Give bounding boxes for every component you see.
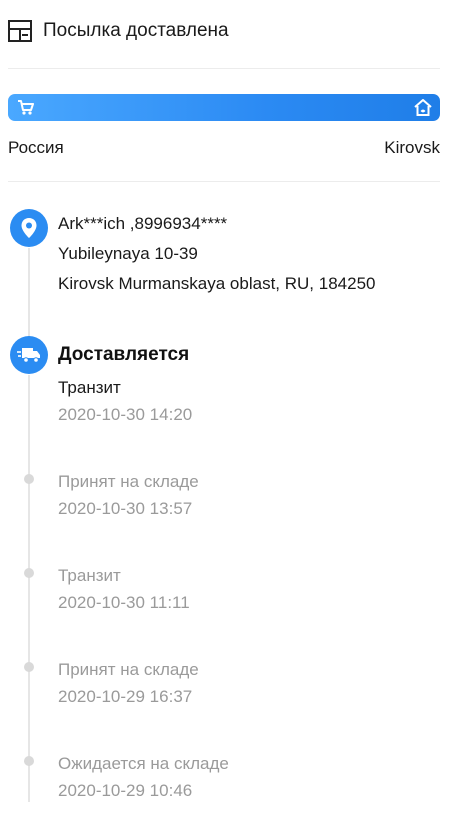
event-description: Принят на складе bbox=[58, 660, 199, 679]
event-description: Транзит bbox=[58, 378, 121, 397]
timeline-line bbox=[28, 375, 30, 802]
event-description: Принят на складе bbox=[58, 472, 199, 491]
event-time: 2020-10-30 13:57 bbox=[58, 499, 193, 518]
event-time: 2020-10-30 14:20 bbox=[58, 405, 193, 424]
address-street: Yubileynaya 10-39 bbox=[58, 244, 198, 263]
status-marker bbox=[10, 336, 48, 374]
origin-country: Россия bbox=[8, 138, 64, 157]
event-time: 2020-10-29 16:37 bbox=[58, 687, 193, 706]
event-description: Транзит bbox=[58, 566, 121, 585]
event-time: 2020-10-29 10:46 bbox=[58, 781, 193, 800]
route-progress-bar bbox=[8, 94, 440, 121]
header: Посылка доставлена bbox=[0, 0, 449, 68]
divider bbox=[8, 181, 440, 182]
divider bbox=[8, 68, 440, 69]
page-title: Посылка доставлена bbox=[43, 20, 229, 41]
location-pin-icon bbox=[21, 218, 37, 238]
tracking-page: Посылка доставлена Россия Kirovsk Ark***… bbox=[0, 0, 449, 827]
delivery-truck-icon bbox=[17, 348, 40, 363]
shopping-cart-icon bbox=[18, 100, 34, 115]
timeline-dot bbox=[24, 756, 34, 766]
destination-city: Kirovsk bbox=[384, 138, 440, 157]
event-time: 2020-10-30 11:11 bbox=[58, 593, 190, 612]
current-status-title: Доставляется bbox=[58, 344, 190, 365]
package-icon bbox=[8, 20, 32, 42]
timeline-dot bbox=[24, 662, 34, 672]
event-description: Ожидается на складе bbox=[58, 754, 229, 773]
timeline-dot bbox=[24, 474, 34, 484]
recipient-name-phone: Ark***ich ,8996934**** bbox=[58, 214, 228, 233]
timeline-line bbox=[28, 248, 30, 338]
address-city: Kirovsk Murmanskaya oblast, RU, 184250 bbox=[58, 274, 376, 293]
home-icon bbox=[414, 99, 432, 116]
timeline-dot bbox=[24, 568, 34, 578]
address-marker bbox=[10, 209, 48, 247]
